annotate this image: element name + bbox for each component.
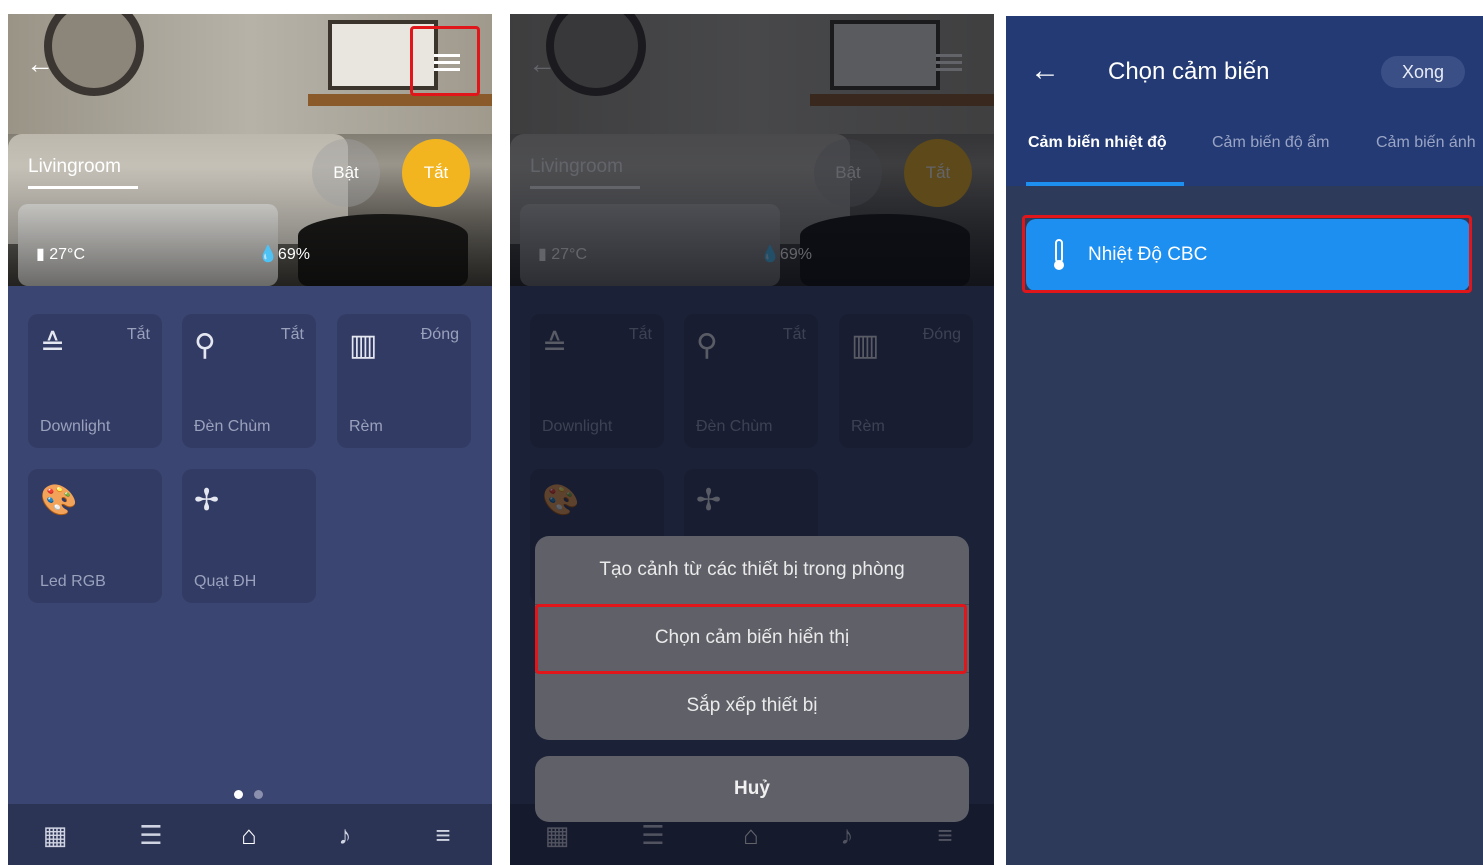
tab-light-sensor[interactable]: Cảm biến ánh: [1376, 134, 1476, 152]
turn-off-all-button[interactable]: Tắt: [402, 139, 470, 207]
device-state: Tắt: [280, 326, 304, 343]
device-tile-downlight[interactable]: ≙ Tắt Downlight: [28, 314, 162, 448]
menu-icon[interactable]: ≡: [426, 820, 460, 850]
tab-temperature-sensor[interactable]: Cảm biến nhiệt độ: [1028, 134, 1167, 152]
water-drop-icon: 💧: [258, 246, 278, 263]
choose-sensor-screen: ← Chọn cảm biến Xong Cảm biến nhiệt độ C…: [1006, 16, 1483, 865]
device-name: Rèm: [349, 418, 383, 435]
highlight-sensor-item: [1022, 215, 1472, 293]
humidity-value: 69%: [277, 246, 310, 263]
cancel-button[interactable]: Huỷ: [535, 756, 969, 822]
device-name: Downlight: [40, 418, 111, 435]
list-icon[interactable]: ☰: [134, 820, 168, 850]
thermometer-icon: ▮: [36, 246, 50, 263]
temperature-value: 27°C: [49, 246, 85, 263]
home-icon[interactable]: ⌂: [232, 820, 266, 850]
humidity-readout: 💧69%: [258, 244, 310, 264]
room-tab-name[interactable]: Livingroom: [28, 156, 121, 178]
page-title: Chọn cảm biến: [1108, 58, 1270, 85]
dashboard-icon[interactable]: ▦: [38, 820, 72, 850]
room-screen-action-sheet: ← Livingroom Bật Tắt ▮ 27°C 💧69% ≙ Tắt D…: [510, 14, 994, 865]
room-tab-indicator: [28, 186, 138, 189]
back-arrow-icon[interactable]: ←: [1030, 56, 1060, 86]
device-name: Đèn Chùm: [194, 418, 271, 435]
device-state: Tắt: [126, 326, 150, 343]
fan-icon: ✢: [194, 484, 220, 517]
device-state: Đóng: [420, 326, 459, 343]
palette-icon: 🎨: [40, 484, 78, 517]
device-tile-fan[interactable]: ✢ Quạt ĐH: [182, 469, 316, 603]
turn-on-all-button[interactable]: Bật: [312, 139, 380, 207]
ceiling-light-icon: ≙: [40, 329, 66, 362]
arrange-devices-option[interactable]: Sắp xếp thiết bị: [535, 672, 969, 740]
music-icon[interactable]: ♪: [328, 820, 362, 850]
bottom-nav: ▦ ☰ ⌂ ♪ ≡: [8, 804, 492, 865]
device-tile-chandelier[interactable]: ⚲ Tắt Đèn Chùm: [182, 314, 316, 448]
create-scene-option[interactable]: Tạo cảnh từ các thiết bị trong phòng: [535, 536, 969, 604]
device-tile-led-rgb[interactable]: 🎨 Led RGB: [28, 469, 162, 603]
stage: ← Livingroom Bật Tắt ▮ 27°C 💧69% ≙ Tắt D…: [0, 0, 1483, 865]
done-button[interactable]: Xong: [1381, 56, 1465, 88]
page-indicator: [234, 790, 274, 800]
tab-humidity-sensor[interactable]: Cảm biến độ ẩm: [1212, 134, 1329, 152]
chandelier-icon: ⚲: [194, 329, 216, 362]
header: [1006, 16, 1483, 186]
highlight-choose-sensor: [535, 604, 967, 674]
highlight-menu-button: [410, 26, 480, 96]
curtain-icon: ▥: [349, 329, 378, 362]
room-screen: ← Livingroom Bật Tắt ▮ 27°C 💧69% ≙ Tắt D…: [8, 14, 492, 865]
device-name: Led RGB: [40, 573, 106, 590]
back-arrow-icon[interactable]: ←: [26, 50, 56, 78]
device-tile-curtain[interactable]: ▥ Đóng Rèm: [337, 314, 471, 448]
temperature-readout: ▮ 27°C: [36, 244, 85, 264]
device-name: Quạt ĐH: [194, 573, 257, 590]
